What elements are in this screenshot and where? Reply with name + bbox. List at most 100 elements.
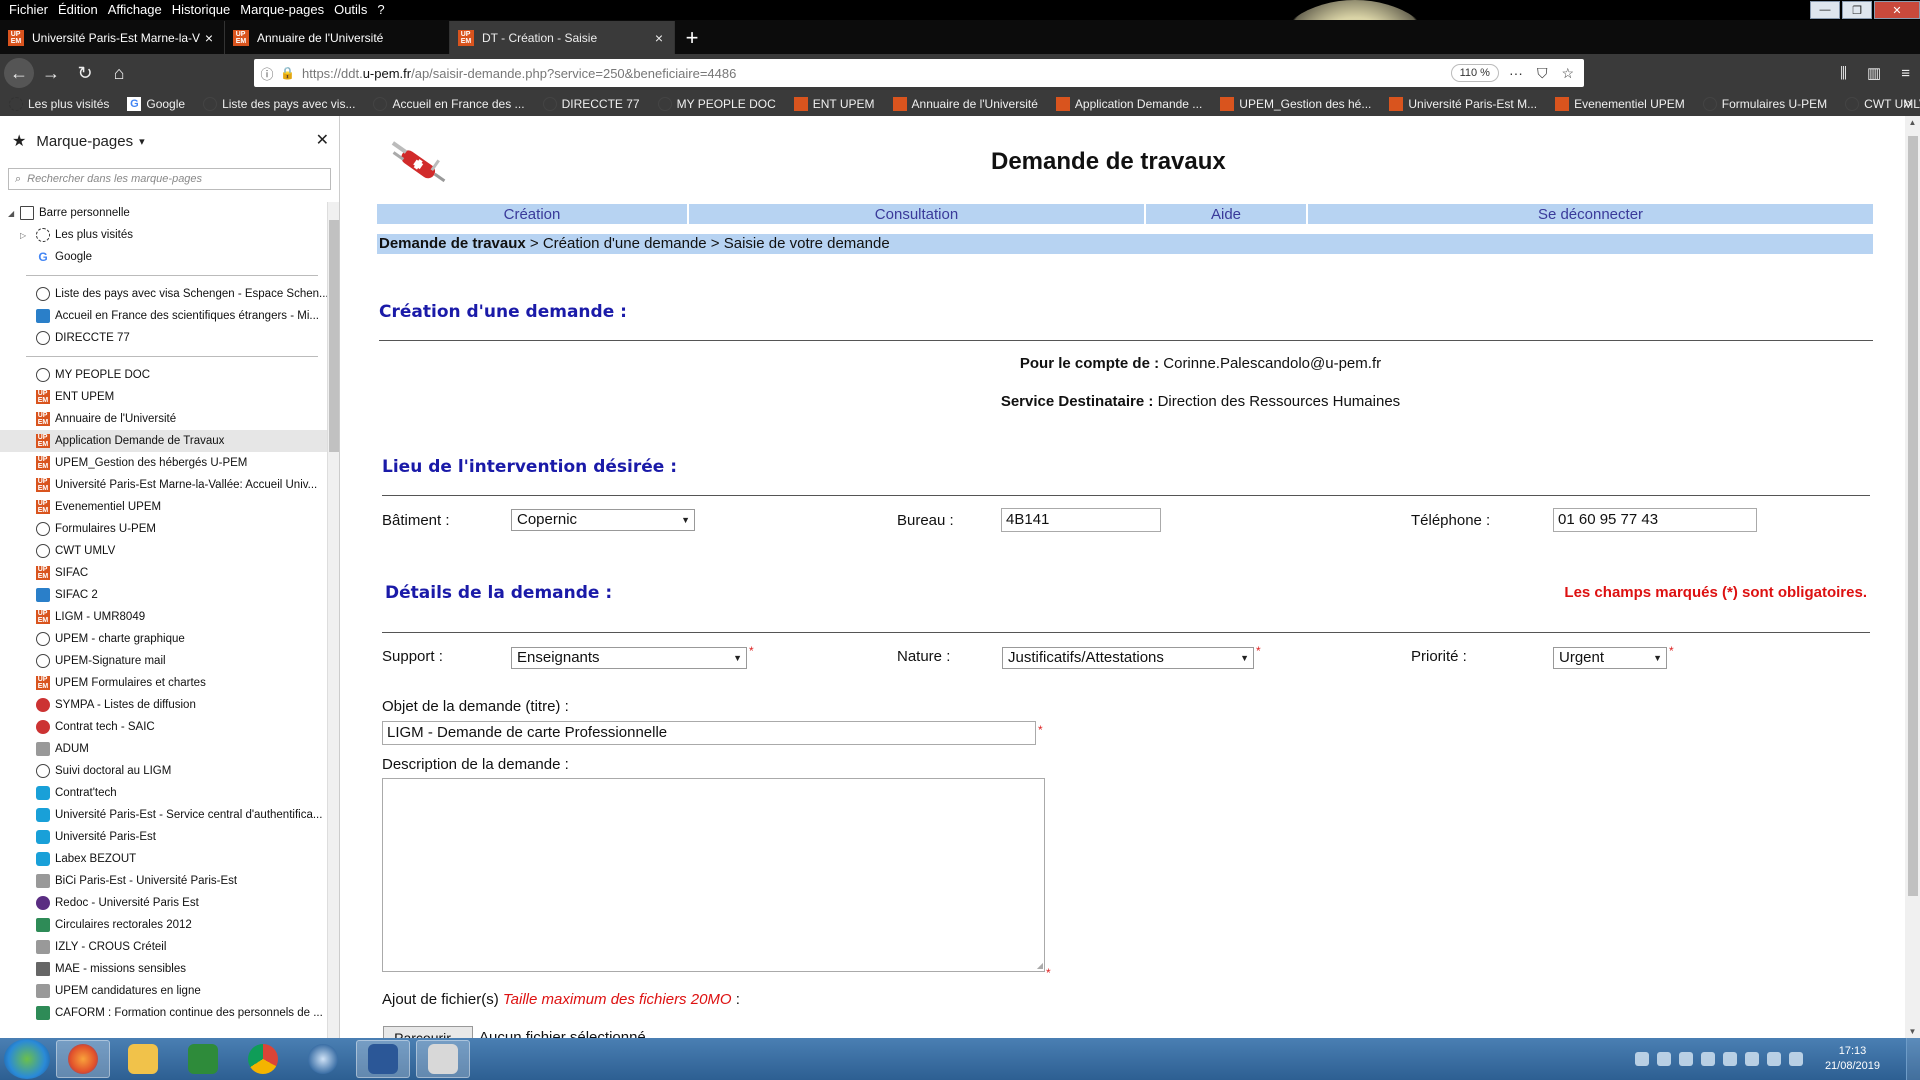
nature-select[interactable]: Justificatifs/Attestations ▼	[1002, 647, 1254, 669]
support-select[interactable]: Enseignants ▼	[511, 647, 747, 669]
zoom-level-badge[interactable]: 110 %	[1450, 64, 1499, 82]
bookmark-toolbar-item[interactable]: Annuaire de l'Université	[884, 97, 1047, 111]
show-desktop-button[interactable]	[1906, 1038, 1920, 1080]
browser-tab-active[interactable]: UP EM DT - Création - Saisie ×	[450, 21, 675, 54]
bookmark-item[interactable]: SYMPA - Listes de diffusion	[0, 694, 328, 716]
bookmark-item[interactable]: DIRECCTE 77	[0, 327, 328, 349]
description-textarea[interactable]: ◢	[382, 778, 1045, 972]
scroll-up-icon[interactable]: ▲	[1905, 118, 1920, 127]
tray-sync-icon[interactable]	[1722, 1052, 1737, 1066]
priorite-select[interactable]: Urgent ▼	[1553, 647, 1667, 669]
tray-orange-icon[interactable]	[1678, 1052, 1693, 1066]
bookmark-item[interactable]: Redoc - Université Paris Est	[0, 892, 328, 914]
browser-tab[interactable]: UP EM Annuaire de l'Université	[225, 21, 450, 54]
bookmark-item[interactable]: Université Paris-Est - Service central d…	[0, 804, 328, 826]
menu-item[interactable]: Marque-pages	[235, 0, 329, 20]
close-sidebar-icon[interactable]: ✕	[316, 130, 329, 150]
reload-icon[interactable]: ↻	[68, 58, 102, 88]
page-actions-icon[interactable]: ···	[1509, 65, 1523, 82]
bookmark-toolbar-item[interactable]: Evenementiel UPEM	[1546, 97, 1694, 111]
bookmark-toolbar-item[interactable]: MY PEOPLE DOC	[649, 97, 785, 111]
bureau-input[interactable]: 4B141	[1001, 508, 1161, 532]
bookmark-item[interactable]: SIFAC 2	[0, 584, 328, 606]
bookmark-item[interactable]: UP EM UPEM_Gestion des hébergés U-PEM	[0, 452, 328, 474]
taskbar-word[interactable]	[356, 1040, 410, 1078]
new-tab-button[interactable]: +	[675, 21, 709, 54]
bookmark-toolbar-item[interactable]: Application Demande ...	[1047, 97, 1211, 111]
sidebar-scrollbar[interactable]	[327, 202, 339, 1038]
forward-arrow-icon[interactable]: →	[34, 58, 68, 88]
bookmark-item[interactable]: Accueil en France des scientifiques étra…	[0, 305, 328, 327]
sidebar-title[interactable]: Marque-pages	[36, 133, 133, 150]
nav-tab-aide[interactable]: Aide	[1146, 204, 1306, 224]
browse-file-button[interactable]: Parcourir...	[383, 1026, 473, 1038]
taskbar-explorer[interactable]	[116, 1040, 170, 1078]
taskbar-firefox[interactable]	[56, 1040, 110, 1078]
bookmark-item[interactable]: Liste des pays avec visa Schengen - Espa…	[0, 283, 328, 305]
bookmark-item[interactable]: G Google	[0, 246, 328, 268]
bookmark-item[interactable]: IZLY - CROUS Créteil	[0, 936, 328, 958]
menu-item[interactable]: ?	[372, 0, 389, 20]
bookmark-item[interactable]: Contrat tech - SAIC	[0, 716, 328, 738]
bookmark-item[interactable]: UP EM Annuaire de l'Université	[0, 408, 328, 430]
bookmark-toolbar-item[interactable]: Liste des pays avec vis...	[194, 97, 364, 111]
bookmark-toolbar-item[interactable]: UPEM_Gestion des hé...	[1211, 97, 1380, 111]
bookmark-item[interactable]: UP EM SIFAC	[0, 562, 328, 584]
tray-volume-icon[interactable]	[1788, 1052, 1803, 1066]
nav-tab-logout[interactable]: Se déconnecter	[1308, 204, 1873, 224]
collapse-arrow-icon[interactable]: ◢	[8, 209, 20, 218]
bookmark-item[interactable]: Labex BEZOUT	[0, 848, 328, 870]
menu-item[interactable]: Fichier	[4, 0, 53, 20]
nav-tab-consultation[interactable]: Consultation	[689, 204, 1144, 224]
bookmark-item[interactable]: UPEM candidatures en ligne	[0, 980, 328, 1002]
bookmark-item[interactable]: ▷ Les plus visités	[0, 224, 328, 246]
browser-tab[interactable]: UP EM Université Paris-Est Marne-la-V ×	[0, 21, 225, 54]
info-icon[interactable]: ⓘ	[254, 64, 280, 83]
bookmark-item[interactable]: MAE - missions sensibles	[0, 958, 328, 980]
taskbar-window[interactable]	[416, 1040, 470, 1078]
bookmark-toolbar-item[interactable]: Les plus visités	[0, 97, 118, 111]
bookmarks-overflow-icon[interactable]: »	[1903, 92, 1912, 116]
back-arrow-icon[interactable]: ←	[4, 58, 34, 88]
menu-item[interactable]: Édition	[53, 0, 103, 20]
address-bar[interactable]: ⓘ 🔒 https://ddt.u-pem.fr/ap/saisir-deman…	[254, 59, 1584, 87]
sidebar-scroll-thumb[interactable]	[329, 220, 339, 452]
bookmark-item[interactable]: ADUM	[0, 738, 328, 760]
menu-item[interactable]: Affichage	[103, 0, 167, 20]
bookmark-folder-root[interactable]: ◢ Barre personnelle	[0, 202, 328, 224]
expand-arrow-icon[interactable]: ▷	[20, 231, 32, 240]
start-button[interactable]	[4, 1039, 50, 1079]
bookmark-item[interactable]: UP EM Application Demande de Travaux	[0, 430, 328, 452]
maximize-button[interactable]: ❐	[1842, 1, 1872, 19]
taskbar-thunderbird[interactable]	[296, 1040, 350, 1078]
bookmark-item[interactable]: Suivi doctoral au LIGM	[0, 760, 328, 782]
bookmark-star-icon[interactable]: ☆	[1561, 65, 1574, 82]
batiment-select[interactable]: Copernic ▼	[511, 509, 695, 531]
tray-network-icon[interactable]	[1634, 1052, 1649, 1066]
bookmark-item[interactable]: MY PEOPLE DOC	[0, 364, 328, 386]
bookmark-item[interactable]: Formulaires U-PEM	[0, 518, 328, 540]
breadcrumb-root[interactable]: Demande de travaux	[379, 235, 526, 252]
pocket-icon[interactable]: ⛉	[1537, 65, 1548, 82]
close-tab-icon[interactable]: ×	[652, 30, 666, 46]
bookmark-item[interactable]: UP EM UPEM Formulaires et chartes	[0, 672, 328, 694]
bookmark-item[interactable]: UPEM - charte graphique	[0, 628, 328, 650]
bookmark-item[interactable]: UP EM Université Paris-Est Marne-la-Vallée…	[0, 474, 328, 496]
page-scroll-thumb[interactable]	[1908, 136, 1918, 896]
bookmark-toolbar-item[interactable]: G Google	[118, 97, 194, 111]
home-icon[interactable]: ⌂	[102, 58, 136, 88]
bookmark-item[interactable]: UP EM LIGM - UMR8049	[0, 606, 328, 628]
resize-grip-icon[interactable]: ◢	[1037, 961, 1043, 970]
close-tab-icon[interactable]: ×	[202, 30, 216, 46]
scroll-down-icon[interactable]: ▼	[1905, 1027, 1920, 1036]
bookmark-item[interactable]: UP EM ENT UPEM	[0, 386, 328, 408]
tray-power-icon[interactable]	[1766, 1052, 1781, 1066]
menu-item[interactable]: Historique	[167, 0, 236, 20]
bookmark-item[interactable]: UP EM Evenementiel UPEM	[0, 496, 328, 518]
tray-shield-icon[interactable]	[1700, 1052, 1715, 1066]
objet-input[interactable]: LIGM - Demande de carte Professionnelle	[382, 721, 1036, 745]
bookmark-item[interactable]: CWT UMLV	[0, 540, 328, 562]
bookmark-item[interactable]: Contrat'tech	[0, 782, 328, 804]
minimize-button[interactable]: —	[1810, 1, 1840, 19]
taskbar-chrome[interactable]	[236, 1040, 290, 1078]
